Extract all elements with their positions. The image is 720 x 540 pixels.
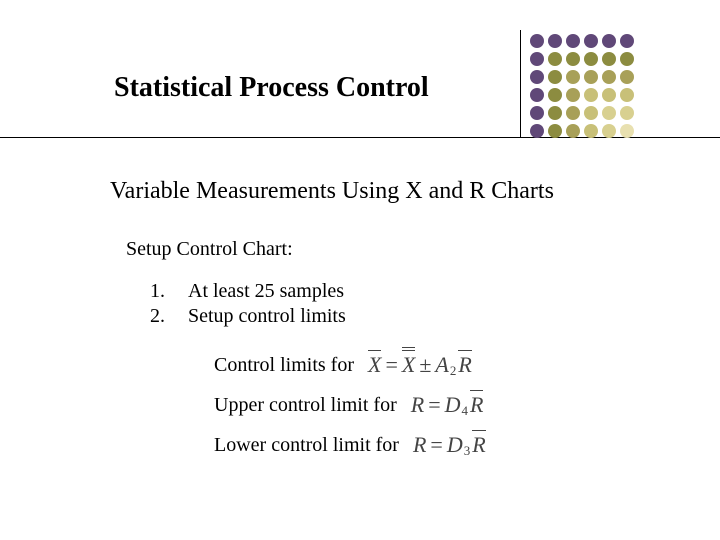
- decorative-dots: [530, 34, 634, 138]
- setup-heading: Setup Control Chart:: [126, 238, 293, 261]
- formula-line-lcl: Lower control limit for R = D3 R: [214, 432, 486, 458]
- slide-subtitle: Variable Measurements Using X and R Char…: [110, 178, 554, 205]
- formula-label: Control limits for: [214, 354, 354, 377]
- slide: Statistical Process Control Variable Mea…: [0, 0, 720, 540]
- formula-label: Upper control limit for: [214, 394, 397, 417]
- formula-xbar: X = X ± A2 R: [368, 352, 472, 378]
- list-number: 2.: [150, 305, 188, 328]
- list-item: 2. Setup control limits: [150, 305, 346, 328]
- list-item: 1. At least 25 samples: [150, 280, 346, 303]
- formula-line-xbar: Control limits for X = X ± A2 R: [214, 352, 472, 378]
- list-number: 1.: [150, 280, 188, 303]
- list-text: Setup control limits: [188, 305, 346, 328]
- numbered-list: 1. At least 25 samples 2. Setup control …: [150, 280, 346, 330]
- header-vertical-rule: [520, 30, 521, 138]
- formula-label: Lower control limit for: [214, 434, 399, 457]
- slide-title: Statistical Process Control: [114, 72, 429, 104]
- formula-line-ucl: Upper control limit for R = D4 R: [214, 392, 483, 418]
- list-text: At least 25 samples: [188, 280, 344, 303]
- formula-lcl-r: R = D3 R: [413, 432, 486, 458]
- formula-ucl-r: R = D4 R: [411, 392, 484, 418]
